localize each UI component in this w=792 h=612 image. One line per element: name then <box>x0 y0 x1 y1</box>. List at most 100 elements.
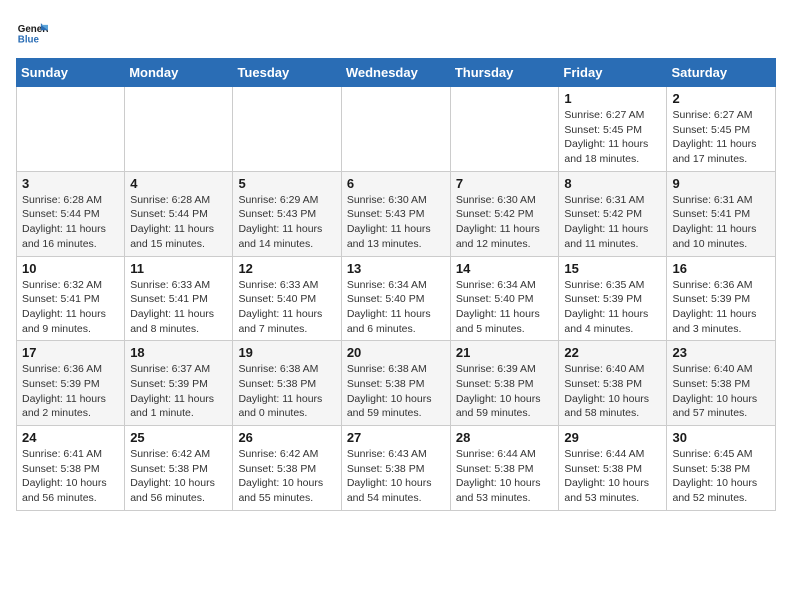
day-detail: Sunrise: 6:28 AM Sunset: 5:44 PM Dayligh… <box>130 193 227 252</box>
day-detail: Sunrise: 6:34 AM Sunset: 5:40 PM Dayligh… <box>456 278 554 337</box>
calendar-week-row: 1 Sunrise: 6:27 AM Sunset: 5:45 PM Daylig… <box>17 87 776 172</box>
day-number: 2 <box>672 91 770 106</box>
day-number: 28 <box>456 430 554 445</box>
day-number: 30 <box>672 430 770 445</box>
table-row: 2 Sunrise: 6:27 AM Sunset: 5:45 PM Daylig… <box>667 87 776 172</box>
day-detail: Sunrise: 6:30 AM Sunset: 5:42 PM Dayligh… <box>456 193 554 252</box>
day-number: 9 <box>672 176 770 191</box>
table-row <box>341 87 450 172</box>
table-row: 19Sunrise: 6:38 AM Sunset: 5:38 PM Dayli… <box>233 341 341 426</box>
day-detail: Sunrise: 6:35 AM Sunset: 5:39 PM Dayligh… <box>564 278 661 337</box>
table-row: 4 Sunrise: 6:28 AM Sunset: 5:44 PM Daylig… <box>125 171 233 256</box>
day-number: 13 <box>347 261 445 276</box>
day-number: 7 <box>456 176 554 191</box>
day-detail: Sunrise: 6:40 AM Sunset: 5:38 PM Dayligh… <box>672 362 770 421</box>
table-row: 28 Sunrise: 6:44 AM Sunset: 5:38 PM Dayli… <box>450 426 559 511</box>
day-number: 3 <box>22 176 119 191</box>
day-number: 8 <box>564 176 661 191</box>
day-number: 10 <box>22 261 119 276</box>
table-row: 30 Sunrise: 6:45 AM Sunset: 5:38 PM Dayli… <box>667 426 776 511</box>
day-detail: Sunrise: 6:34 AM Sunset: 5:40 PM Dayligh… <box>347 278 445 337</box>
table-row: 16 Sunrise: 6:36 AM Sunset: 5:39 PM Dayli… <box>667 256 776 341</box>
day-detail: Sunrise: 6:44 AM Sunset: 5:38 PM Dayligh… <box>456 447 554 506</box>
day-detail: Sunrise: 6:38 AM Sunset: 5:38 PM Dayligh… <box>347 362 445 421</box>
day-detail: Sunrise: 6:41 AM Sunset: 5:38 PM Dayligh… <box>22 447 119 506</box>
table-row: 1 Sunrise: 6:27 AM Sunset: 5:45 PM Daylig… <box>559 87 667 172</box>
day-detail: Sunrise: 6:28 AM Sunset: 5:44 PM Dayligh… <box>22 193 119 252</box>
day-detail: Sunrise: 6:27 AM Sunset: 5:45 PM Dayligh… <box>564 108 661 167</box>
col-monday: Monday <box>125 59 233 87</box>
day-number: 1 <box>564 91 661 106</box>
day-number: 20 <box>347 345 445 360</box>
day-number: 5 <box>238 176 335 191</box>
table-row: 14 Sunrise: 6:34 AM Sunset: 5:40 PM Dayli… <box>450 256 559 341</box>
day-number: 21 <box>456 345 554 360</box>
day-detail: Sunrise: 6:30 AM Sunset: 5:43 PM Dayligh… <box>347 193 445 252</box>
calendar-header-row: Sunday Monday Tuesday Wednesday Thursday… <box>17 59 776 87</box>
calendar-week-row: 24 Sunrise: 6:41 AM Sunset: 5:38 PM Dayli… <box>17 426 776 511</box>
calendar-body: 1 Sunrise: 6:27 AM Sunset: 5:45 PM Daylig… <box>17 87 776 511</box>
table-row <box>125 87 233 172</box>
table-row: 3 Sunrise: 6:28 AM Sunset: 5:44 PM Daylig… <box>17 171 125 256</box>
day-detail: Sunrise: 6:33 AM Sunset: 5:40 PM Dayligh… <box>238 278 335 337</box>
table-row: 25Sunrise: 6:42 AM Sunset: 5:38 PM Dayli… <box>125 426 233 511</box>
day-detail: Sunrise: 6:29 AM Sunset: 5:43 PM Dayligh… <box>238 193 335 252</box>
day-number: 15 <box>564 261 661 276</box>
day-detail: Sunrise: 6:44 AM Sunset: 5:38 PM Dayligh… <box>564 447 661 506</box>
day-number: 11 <box>130 261 227 276</box>
day-detail: Sunrise: 6:39 AM Sunset: 5:38 PM Dayligh… <box>456 362 554 421</box>
calendar-week-row: 10 Sunrise: 6:32 AM Sunset: 5:41 PM Dayli… <box>17 256 776 341</box>
col-wednesday: Wednesday <box>341 59 450 87</box>
calendar-week-row: 3 Sunrise: 6:28 AM Sunset: 5:44 PM Daylig… <box>17 171 776 256</box>
day-number: 14 <box>456 261 554 276</box>
table-row: 11Sunrise: 6:33 AM Sunset: 5:41 PM Dayli… <box>125 256 233 341</box>
calendar-week-row: 17 Sunrise: 6:36 AM Sunset: 5:39 PM Dayli… <box>17 341 776 426</box>
day-number: 23 <box>672 345 770 360</box>
day-detail: Sunrise: 6:42 AM Sunset: 5:38 PM Dayligh… <box>238 447 335 506</box>
table-row: 12 Sunrise: 6:33 AM Sunset: 5:40 PM Dayli… <box>233 256 341 341</box>
table-row: 9Sunrise: 6:31 AM Sunset: 5:41 PM Daylig… <box>667 171 776 256</box>
day-detail: Sunrise: 6:36 AM Sunset: 5:39 PM Dayligh… <box>672 278 770 337</box>
table-row: 15 Sunrise: 6:35 AM Sunset: 5:39 PM Dayli… <box>559 256 667 341</box>
table-row: 27 Sunrise: 6:43 AM Sunset: 5:38 PM Dayli… <box>341 426 450 511</box>
day-detail: Sunrise: 6:27 AM Sunset: 5:45 PM Dayligh… <box>672 108 770 167</box>
col-tuesday: Tuesday <box>233 59 341 87</box>
logo-icon: General Blue <box>16 16 48 48</box>
table-row <box>17 87 125 172</box>
table-row <box>233 87 341 172</box>
table-row: 7 Sunrise: 6:30 AM Sunset: 5:42 PM Daylig… <box>450 171 559 256</box>
day-number: 17 <box>22 345 119 360</box>
table-row: 26Sunrise: 6:42 AM Sunset: 5:38 PM Dayli… <box>233 426 341 511</box>
day-number: 22 <box>564 345 661 360</box>
table-row: 8 Sunrise: 6:31 AM Sunset: 5:42 PM Daylig… <box>559 171 667 256</box>
svg-text:Blue: Blue <box>18 35 40 46</box>
table-row: 13 Sunrise: 6:34 AM Sunset: 5:40 PM Dayli… <box>341 256 450 341</box>
day-detail: Sunrise: 6:32 AM Sunset: 5:41 PM Dayligh… <box>22 278 119 337</box>
day-number: 16 <box>672 261 770 276</box>
day-detail: Sunrise: 6:45 AM Sunset: 5:38 PM Dayligh… <box>672 447 770 506</box>
day-number: 19 <box>238 345 335 360</box>
day-detail: Sunrise: 6:36 AM Sunset: 5:39 PM Dayligh… <box>22 362 119 421</box>
day-number: 4 <box>130 176 227 191</box>
day-number: 29 <box>564 430 661 445</box>
table-row <box>450 87 559 172</box>
day-detail: Sunrise: 6:40 AM Sunset: 5:38 PM Dayligh… <box>564 362 661 421</box>
day-number: 18 <box>130 345 227 360</box>
day-detail: Sunrise: 6:37 AM Sunset: 5:39 PM Dayligh… <box>130 362 227 421</box>
day-detail: Sunrise: 6:43 AM Sunset: 5:38 PM Dayligh… <box>347 447 445 506</box>
day-number: 6 <box>347 176 445 191</box>
table-row: 23 Sunrise: 6:40 AM Sunset: 5:38 PM Dayli… <box>667 341 776 426</box>
table-row: 5 Sunrise: 6:29 AM Sunset: 5:43 PM Daylig… <box>233 171 341 256</box>
day-number: 27 <box>347 430 445 445</box>
table-row: 20 Sunrise: 6:38 AM Sunset: 5:38 PM Dayli… <box>341 341 450 426</box>
day-number: 25 <box>130 430 227 445</box>
day-number: 12 <box>238 261 335 276</box>
col-friday: Friday <box>559 59 667 87</box>
day-detail: Sunrise: 6:31 AM Sunset: 5:42 PM Dayligh… <box>564 193 661 252</box>
table-row: 10 Sunrise: 6:32 AM Sunset: 5:41 PM Dayli… <box>17 256 125 341</box>
day-number: 24 <box>22 430 119 445</box>
logo: General Blue <box>16 16 52 48</box>
col-saturday: Saturday <box>667 59 776 87</box>
table-row: 18 Sunrise: 6:37 AM Sunset: 5:39 PM Dayli… <box>125 341 233 426</box>
page-header: General Blue <box>16 16 776 48</box>
